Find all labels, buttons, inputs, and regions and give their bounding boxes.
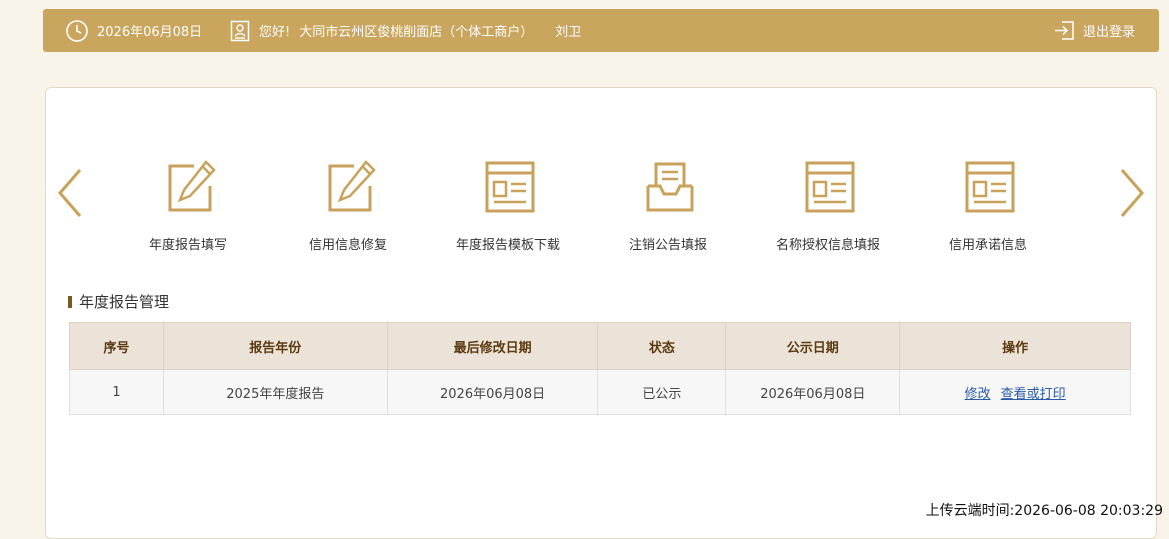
- menu-cancellation-notice[interactable]: 注销公告填报: [588, 160, 748, 260]
- view-print-link[interactable]: 查看或打印: [1001, 387, 1066, 402]
- document-window-icon: [805, 161, 855, 213]
- row-actions: 修改 查看或打印: [899, 369, 1131, 415]
- table-header-row: 序号 报告年份 最后修改日期 状态 公示日期 操作: [69, 322, 1131, 370]
- section-title-text: 年度报告管理: [79, 293, 170, 311]
- date-display: 2026年06月08日: [65, 9, 202, 52]
- current-date: 2026年06月08日: [97, 25, 203, 40]
- carousel-prev-button[interactable]: [56, 168, 84, 222]
- section-title: 年度报告管理: [68, 291, 169, 312]
- top-bar: 2026年06月08日 您好! 大同市云州区俊桃削面店（个体工商户） 刘卫 退出…: [43, 9, 1159, 52]
- clock-icon: [65, 19, 97, 43]
- row-index: 1: [69, 369, 164, 415]
- chevron-left-icon: [58, 169, 82, 217]
- menu-label: 注销公告填报: [628, 238, 707, 253]
- menu-credit-repair[interactable]: 信用信息修复: [268, 160, 428, 260]
- column-header: 操作: [899, 322, 1131, 370]
- menu-name-authorization[interactable]: 名称授权信息填报: [748, 160, 908, 260]
- menu-label: 信用承诺信息: [948, 238, 1027, 253]
- edit-form-icon: [328, 160, 376, 212]
- menu-annual-report-fill[interactable]: 年度报告填写: [108, 160, 268, 260]
- user-name: 刘卫: [555, 25, 582, 40]
- menu-label: 年度报告填写: [148, 238, 227, 253]
- edit-link[interactable]: 修改: [965, 387, 991, 402]
- inbox-tray-icon: [646, 162, 694, 212]
- upload-timestamp: 上传云端时间:2026-06-08 20:03:29: [925, 503, 1163, 519]
- company-name: 大同市云州区俊桃削面店（个体工商户）: [299, 25, 534, 40]
- greeting-text: 您好!: [259, 25, 291, 40]
- menu-credit-commitment[interactable]: 信用承诺信息: [908, 160, 1068, 260]
- user-card-icon: [230, 20, 259, 42]
- chevron-right-icon: [1120, 169, 1144, 217]
- report-status: 已公示: [597, 369, 727, 415]
- document-window-icon: [485, 161, 535, 213]
- publish-date: 2026年06月08日: [725, 369, 901, 415]
- menu-label: 信用信息修复: [308, 238, 387, 253]
- menu-template-download[interactable]: 年度报告模板下载: [428, 160, 588, 260]
- menu-label: 名称授权信息填报: [775, 238, 880, 253]
- main-panel: 年度报告填写 信用信息修复 年度报告模板下载 注销公告填报 名称授权信息填报 信…: [45, 87, 1157, 539]
- document-window-icon: [965, 161, 1015, 213]
- carousel-next-button[interactable]: [1118, 168, 1146, 222]
- column-header: 报告年份: [162, 322, 388, 370]
- logout-button[interactable]: 退出登录: [1054, 9, 1135, 52]
- section-marker: [68, 295, 72, 308]
- column-header: 公示日期: [725, 322, 901, 370]
- edit-form-icon: [168, 160, 216, 212]
- column-header: 状态: [597, 322, 727, 370]
- logout-label: 退出登录: [1082, 25, 1135, 40]
- column-header: 最后修改日期: [386, 322, 599, 370]
- table-row: 1 2025年年度报告 2026年06月08日 已公示 2026年06月08日 …: [69, 369, 1131, 415]
- last-modified-date: 2026年06月08日: [386, 369, 599, 415]
- report-year: 2025年年度报告: [162, 369, 388, 415]
- annual-report-table: 序号 报告年份 最后修改日期 状态 公示日期 操作 1 2025年年度报告 20…: [69, 322, 1131, 415]
- user-greeting: 您好! 大同市云州区俊桃削面店（个体工商户） 刘卫: [230, 9, 581, 52]
- logout-icon: [1054, 20, 1083, 41]
- menu-label: 年度报告模板下载: [455, 238, 560, 253]
- column-header: 序号: [69, 322, 164, 370]
